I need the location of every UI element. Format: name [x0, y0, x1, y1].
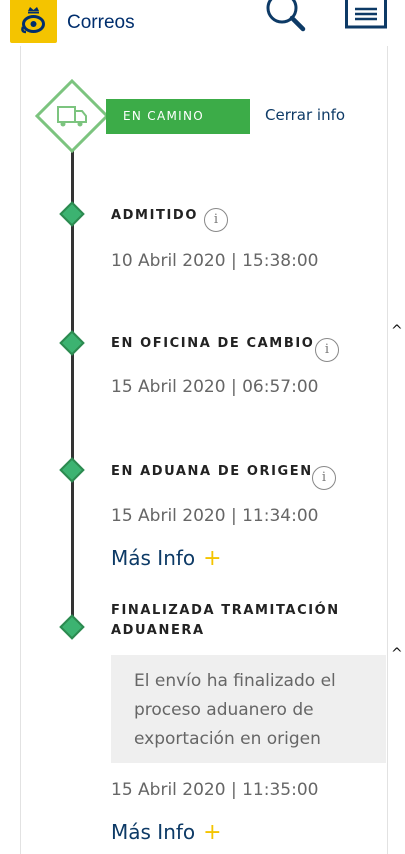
scroll-up-caret-icon[interactable]: ^	[391, 646, 403, 662]
info-icon[interactable]: i	[312, 466, 336, 490]
event-date: 15 Abril 2020 | 06:57:00	[111, 377, 319, 397]
event-title: ADMITIDO	[111, 208, 198, 223]
plus-icon: +	[203, 546, 222, 571]
event-title: EN ADUANA DE ORIGEN	[111, 464, 313, 479]
status-badge: EN CAMINO	[106, 99, 250, 134]
event-title-line2: ADUANERA	[111, 623, 205, 638]
status-diamond	[35, 79, 109, 153]
info-icon[interactable]: i	[315, 338, 339, 362]
event-title-line1: FINALIZADA TRAMITACIÓN	[111, 603, 340, 618]
event-title: FINALIZADA TRAMITACIÓN ADUANERA	[111, 601, 340, 641]
event-title: EN OFICINA DE CAMBIO	[111, 336, 315, 351]
close-info-link[interactable]: Cerrar info	[265, 106, 345, 124]
event-note: El envío ha finalizado el proceso aduane…	[111, 655, 386, 763]
event-date: 10 Abril 2020 | 15:38:00	[111, 251, 319, 271]
scroll-up-caret-icon[interactable]: ^	[391, 323, 403, 339]
more-info-label: Más Info	[111, 820, 196, 844]
event-date: 15 Abril 2020 | 11:35:00	[111, 780, 319, 800]
post-horn-crown-icon	[21, 7, 45, 34]
correos-logo[interactable]	[10, 0, 57, 43]
info-icon[interactable]: i	[204, 208, 228, 232]
brand-name[interactable]: Correos	[67, 12, 135, 34]
menu-icon[interactable]	[345, 0, 387, 30]
search-icon[interactable]	[262, 0, 308, 34]
app-header: Correos	[0, 0, 405, 46]
more-info-link[interactable]: Más Info +	[111, 820, 222, 845]
more-info-label: Más Info	[111, 546, 196, 570]
event-date: 15 Abril 2020 | 11:34:00	[111, 506, 319, 526]
more-info-link[interactable]: Más Info +	[111, 546, 222, 571]
plus-icon: +	[203, 820, 222, 845]
